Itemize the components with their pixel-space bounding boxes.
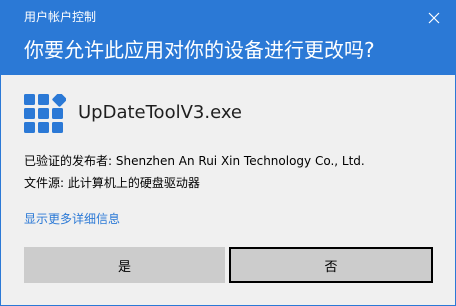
window-title: 用户帐户控制 bbox=[24, 10, 97, 24]
file-origin-line: 文件源: 此计算机上的硬盘驱动器 bbox=[24, 176, 200, 190]
publisher-line: 已验证的发布者: Shenzhen An Rui Xin Technology … bbox=[24, 154, 365, 168]
no-button[interactable]: 否 bbox=[229, 247, 433, 283]
app-grid-icon bbox=[24, 94, 66, 133]
dialog-header: 用户帐户控制 你要允许此应用对你的设备进行更改吗? bbox=[1, 1, 455, 75]
close-button[interactable] bbox=[421, 6, 447, 30]
close-icon bbox=[428, 12, 440, 24]
uac-dialog: 用户帐户控制 你要允许此应用对你的设备进行更改吗? UpDateToolV3.e… bbox=[0, 0, 456, 306]
app-name: UpDateToolV3.exe bbox=[78, 102, 243, 123]
yes-button[interactable]: 是 bbox=[24, 247, 225, 283]
show-more-details-link[interactable]: 显示更多详细信息 bbox=[24, 212, 120, 227]
prompt-question: 你要允许此应用对你的设备进行更改吗? bbox=[24, 38, 375, 62]
